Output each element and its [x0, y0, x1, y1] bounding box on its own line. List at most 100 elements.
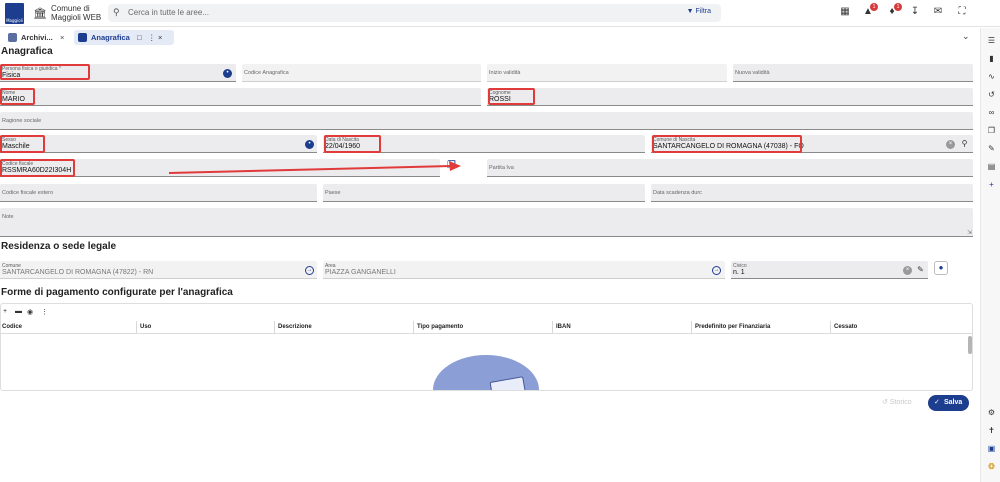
column-divider	[552, 321, 553, 333]
pin-icon[interactable]: □	[137, 30, 142, 45]
nuova-validita-field[interactable]: Nuova validità	[733, 64, 973, 82]
highlight-box	[0, 135, 45, 153]
arrow-right-icon[interactable]: →	[712, 266, 721, 275]
nome-field[interactable]: Nome MARIO	[0, 88, 481, 106]
partita-iva-field[interactable]: Partita Iva	[487, 159, 973, 177]
column-divider	[136, 321, 137, 333]
highlight-box	[324, 135, 381, 153]
add-icon[interactable]: +	[986, 180, 997, 189]
scadenza-durc-field[interactable]: Data scadenza durc	[651, 184, 973, 202]
download-icon[interactable]: ↧	[908, 6, 922, 17]
edit-doc-icon[interactable]: ✎	[986, 144, 997, 153]
dropdown-icon[interactable]: •	[305, 140, 314, 149]
add-icon[interactable]: +	[3, 308, 7, 315]
annotation-arrow	[168, 161, 461, 174]
cf-estero-field[interactable]: Codice fiscale estero	[0, 184, 317, 202]
highlight-box	[488, 88, 535, 105]
clear-icon[interactable]: ×	[946, 140, 955, 149]
column-header-cessato[interactable]: Cessato	[834, 324, 857, 330]
help-icon[interactable]: ❂	[986, 462, 997, 471]
document-icon[interactable]: ▤	[986, 162, 997, 171]
residenza-civico-field[interactable]: Civico n. 1 × ✎	[731, 261, 928, 279]
column-header-uso[interactable]: Uso	[140, 324, 151, 330]
alert-icon[interactable]: ▲ 1	[861, 3, 878, 17]
page-title: Anagrafica	[1, 46, 53, 57]
table-scrollbar[interactable]	[968, 336, 972, 354]
residenza-area-value: PIAZZA GANGANELLI	[325, 269, 396, 276]
more-vert-icon[interactable]: ⋮	[41, 308, 48, 316]
map-pin-icon[interactable]: ●	[934, 261, 948, 275]
storico-label: Storico	[889, 399, 912, 406]
dropdown-icon[interactable]: •	[223, 69, 232, 78]
ragione-sociale-field[interactable]: Ragione sociale	[0, 112, 973, 130]
save-button[interactable]: ✓ Salva	[928, 395, 969, 411]
tab-archivi[interactable]: Archivi... ×	[4, 30, 69, 45]
residenza-comune-value: SANTARCANGELO DI ROMAGNA (47822) - RN	[2, 269, 154, 276]
trash-icon[interactable]: ▬	[15, 308, 22, 315]
list-icon[interactable]: ☰	[986, 36, 997, 45]
alert-badge: 1	[870, 3, 878, 11]
app-title-line1: Comune di	[51, 4, 90, 13]
search-input[interactable]: Cerca in tutte le aree...	[128, 8, 209, 17]
book-icon[interactable]: ▮	[986, 54, 997, 63]
maggioli-logo[interactable]: Maggioli	[5, 3, 24, 24]
column-header-tipo-pagamento[interactable]: Tipo pagamento	[417, 324, 463, 330]
global-search[interactable]: ⚲ Cerca in tutte le aree... ▼ Filtra	[108, 4, 721, 22]
close-icon[interactable]: ×	[60, 30, 64, 45]
accessibility-icon[interactable]: ✝	[986, 426, 997, 435]
app-title[interactable]: Comune di Maggioli WEB	[51, 4, 101, 22]
close-icon[interactable]: ×	[158, 30, 162, 45]
column-header-codice[interactable]: Codice	[2, 324, 22, 330]
person-card-icon	[78, 33, 87, 42]
ragione-sociale-label: Ragione sociale	[2, 118, 42, 124]
residenza-civico-value: n. 1	[733, 269, 745, 276]
storico-button: ↺ Storico	[882, 399, 912, 406]
pencil-icon[interactable]: ✎	[916, 265, 925, 274]
link-icon[interactable]: ∞	[986, 108, 997, 117]
column-header-descrizione[interactable]: Descrizione	[278, 324, 312, 330]
column-header-iban[interactable]: IBAN	[556, 324, 571, 330]
arrow-right-icon[interactable]: →	[305, 266, 314, 275]
chat-icon[interactable]: ▣	[986, 444, 997, 453]
paese-field[interactable]: Paese	[323, 184, 645, 202]
save-label: Salva	[944, 399, 963, 406]
column-divider	[274, 321, 275, 333]
inizio-validita-field: Inizio validità	[487, 64, 727, 82]
copy-icon[interactable]: ❐	[986, 126, 997, 135]
cognome-field[interactable]: Cognome ROSSI	[487, 88, 973, 106]
inizio-validita-label: Inizio validità	[489, 70, 521, 76]
column-divider	[413, 321, 414, 333]
sesso-field[interactable]: Sesso Maschile •	[0, 135, 317, 153]
resize-handle-icon[interactable]: ⇲	[967, 229, 972, 236]
scadenza-durc-label: Data scadenza durc	[653, 190, 702, 196]
note-field[interactable]: Note ⇲	[0, 208, 973, 237]
right-sidebar: ☰ ▮ ∿ ↺ ∞ ❐ ✎ ▤ + ⚙ ✝ ▣ ❂	[980, 28, 1000, 482]
filter-button[interactable]: ▼ Filtra	[687, 8, 711, 15]
history-icon[interactable]: ↺	[986, 90, 997, 99]
gear-icon[interactable]: ⚙	[986, 408, 997, 417]
search-icon[interactable]: ⚲	[960, 139, 969, 148]
column-divider	[691, 321, 692, 333]
more-vert-icon[interactable]: ⋮	[148, 30, 156, 45]
mail-icon[interactable]: ✉	[931, 6, 945, 17]
pagamento-table: + ▬ ◉ ⋮ Codice Uso Descrizione Tipo paga…	[0, 303, 973, 391]
column-header-predefinito[interactable]: Predefinito per Finanziaria	[695, 324, 770, 330]
fullscreen-icon[interactable]: ⛶	[955, 6, 969, 17]
highlight-box	[0, 64, 90, 80]
logo-text: Maggioli	[6, 18, 23, 23]
trend-icon[interactable]: ∿	[986, 72, 997, 81]
codice-anagrafica-field: Codice Anagrafica	[242, 64, 481, 82]
residenza-area-field: Area PIAZZA GANGANELLI →	[323, 261, 725, 279]
app-title-line2: Maggioli WEB	[51, 13, 102, 22]
clear-icon[interactable]: ×	[903, 266, 912, 275]
bell-icon[interactable]: ♦ 1	[885, 3, 902, 17]
eye-icon[interactable]: ◉	[27, 308, 33, 316]
dashboard-icon[interactable]: ▦	[838, 6, 852, 17]
nuova-validita-label: Nuova validità	[735, 70, 770, 76]
chevron-down-icon[interactable]: ⌄	[962, 31, 970, 42]
residenza-comune-field: Comune SANTARCANGELO DI ROMAGNA (47822) …	[0, 261, 317, 279]
archive-icon	[8, 33, 17, 42]
search-icon: ⚲	[113, 7, 120, 17]
tab-anagrafica[interactable]: Anagrafica □ ⋮ ×	[74, 30, 174, 45]
header-divider	[1, 333, 972, 334]
